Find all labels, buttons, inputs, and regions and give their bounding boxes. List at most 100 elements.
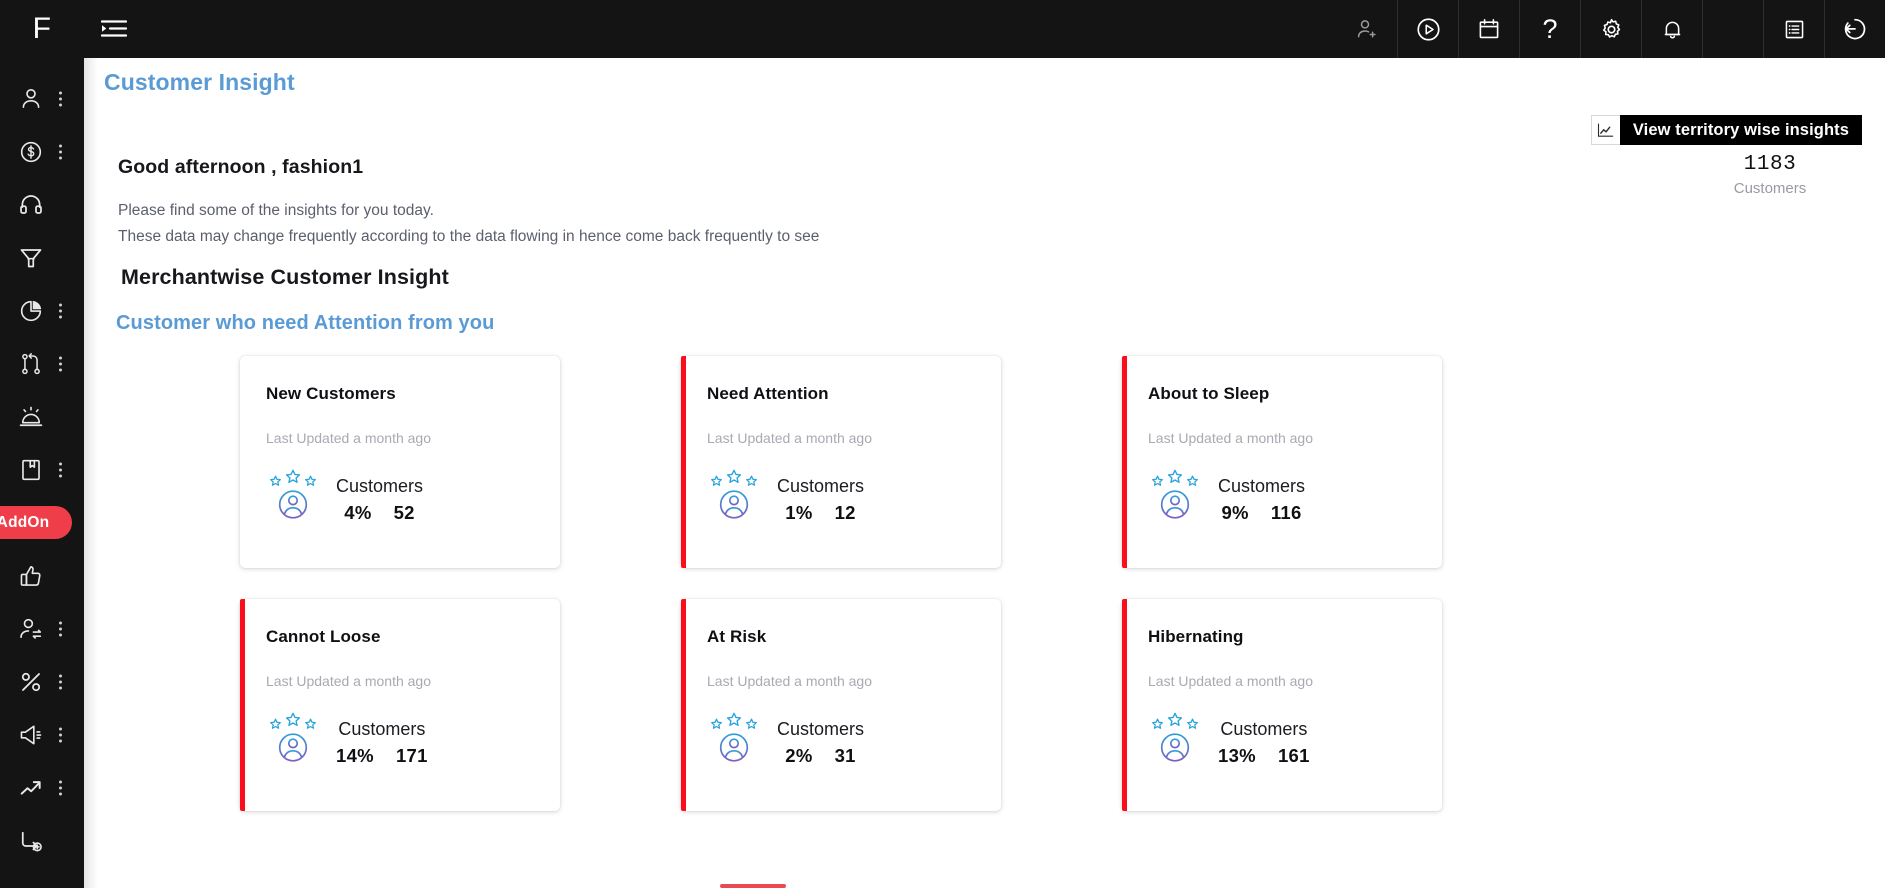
top-action-notifications[interactable]: [1641, 0, 1702, 58]
sidebar-item-reports[interactable]: [0, 284, 84, 337]
insight-card-body: Customers 4% 52: [266, 468, 560, 524]
megaphone-icon: [18, 722, 44, 748]
top-bar-actions: ?: [1336, 0, 1885, 58]
headset-icon: [18, 192, 44, 218]
top-bar: ?: [84, 0, 1885, 58]
percent-icon: [18, 669, 44, 695]
customer-rating-icon: [707, 711, 761, 767]
insight-card-stat-label: Customers: [1218, 476, 1306, 496]
insight-card[interactable]: New Customers Last Updated a month ago Cu…: [240, 356, 560, 568]
total-customers-label: Customers: [1733, 180, 1807, 197]
top-action-announcements[interactable]: [1702, 0, 1763, 58]
insight-card[interactable]: Cannot Loose Last Updated a month ago Cus…: [240, 599, 560, 811]
intro-line-2: These data may change frequently accordi…: [118, 228, 820, 245]
sidebar-item-alerts[interactable]: [0, 390, 84, 443]
insight-card-stats: Customers 4% 52: [336, 468, 423, 524]
more-options-icon[interactable]: [59, 356, 62, 371]
user-switch-icon: [18, 616, 44, 642]
bell-icon: [1661, 18, 1684, 41]
insight-card-body: Customers 13% 161: [1148, 711, 1442, 767]
sidebar-item-list: AddOn: [0, 58, 84, 867]
insight-card-title: Need Attention: [707, 384, 829, 403]
sidebar-item-addon[interactable]: AddOn: [0, 496, 84, 549]
sidebar-item-catalog[interactable]: [0, 443, 84, 496]
section-title: Merchantwise Customer Insight: [121, 265, 449, 289]
insight-card-stats: Customers 14% 171: [336, 711, 428, 767]
line-chart-icon[interactable]: [1590, 115, 1620, 145]
insight-card-title: At Risk: [707, 627, 767, 646]
top-action-settings[interactable]: [1580, 0, 1641, 58]
more-options-icon[interactable]: [59, 780, 62, 795]
sidebar-item-add-flow[interactable]: [0, 814, 84, 867]
alarm-icon: [18, 404, 44, 430]
help-icon: ?: [1542, 13, 1558, 44]
insight-card[interactable]: About to Sleep Last Updated a month ago C…: [1122, 356, 1442, 568]
customer-rating-icon: [1148, 468, 1202, 524]
insight-card-title: Hibernating: [1148, 627, 1244, 646]
more-options-icon[interactable]: [59, 621, 62, 636]
insight-card-stats: Customers 9% 116: [1218, 468, 1305, 524]
customer-rating-icon: [707, 468, 761, 524]
gear-icon: [1599, 17, 1624, 42]
sidebar-item-support[interactable]: [0, 178, 84, 231]
insight-card[interactable]: At Risk Last Updated a month ago Customer…: [681, 599, 1001, 811]
total-customers-count: 1183: [1743, 153, 1797, 176]
insight-card-updated: Last Updated a month ago: [707, 430, 873, 446]
app-logo[interactable]: F: [0, 0, 84, 58]
dollar-circle-icon: [18, 139, 44, 165]
sidebar-item-feedback[interactable]: [0, 549, 84, 602]
git-branch-icon: [18, 351, 44, 377]
logout-icon: [1842, 16, 1868, 42]
more-options-icon[interactable]: [59, 303, 62, 318]
sidebar-item-funnel[interactable]: [0, 231, 84, 284]
more-options-icon[interactable]: [59, 462, 62, 477]
sidebar-item-finance[interactable]: [0, 125, 84, 178]
insight-card-stat-label: Customers: [338, 719, 426, 739]
more-options-icon[interactable]: [59, 91, 62, 106]
top-action-tasks[interactable]: [1763, 0, 1824, 58]
sidebar-item-user[interactable]: [0, 72, 84, 125]
sidebar-item-campaigns[interactable]: [0, 708, 84, 761]
territory-insights-group: View territory wise insights: [1590, 115, 1862, 145]
more-options-icon[interactable]: [59, 727, 62, 742]
customer-rating-icon: [266, 711, 320, 767]
top-action-add-user[interactable]: [1336, 0, 1397, 58]
insight-card-stat-row: 9% 116: [1218, 502, 1305, 524]
more-options-icon[interactable]: [59, 144, 62, 159]
user-icon: [18, 86, 44, 112]
menu-toggle-icon[interactable]: [84, 0, 144, 58]
insight-card-title: New Customers: [266, 384, 396, 403]
thumbs-up-icon: [18, 563, 44, 589]
insight-card-stat-row: 1% 12: [777, 502, 864, 524]
play-circle-icon: [1415, 16, 1442, 43]
insight-card-count: 31: [834, 745, 856, 766]
insight-card-stat-row: 2% 31: [777, 745, 864, 767]
sidebar-item-analytics[interactable]: [0, 761, 84, 814]
sidebar-item-discounts[interactable]: [0, 655, 84, 708]
addon-badge[interactable]: AddOn: [0, 506, 72, 539]
sidebar-item-accounts[interactable]: [0, 602, 84, 655]
top-action-calendar[interactable]: [1458, 0, 1519, 58]
sidebar-item-workflow[interactable]: [0, 337, 84, 390]
insight-card-stats: Customers 2% 31: [777, 711, 864, 767]
view-territory-insights-button[interactable]: View territory wise insights: [1619, 115, 1862, 145]
insight-card[interactable]: Need Attention Last Updated a month ago C…: [681, 356, 1001, 568]
insight-card-percent: 2%: [785, 745, 813, 766]
top-action-help[interactable]: ?: [1519, 0, 1580, 58]
scroll-indicator[interactable]: [720, 884, 786, 888]
insight-card-percent: 13%: [1218, 745, 1256, 766]
insight-card-body: Customers 14% 171: [266, 711, 560, 767]
greeting-text: Good afternoon , fashion1: [118, 156, 364, 178]
top-action-play[interactable]: [1397, 0, 1458, 58]
top-action-logout[interactable]: [1824, 0, 1885, 58]
insight-card-percent: 9%: [1221, 502, 1249, 523]
insight-card-body: Customers 2% 31: [707, 711, 1001, 767]
insight-card-updated: Last Updated a month ago: [266, 673, 432, 689]
insight-card-count: 52: [393, 502, 415, 523]
insight-card-title: Cannot Loose: [266, 627, 381, 646]
insight-card[interactable]: Hibernating Last Updated a month ago Cust…: [1122, 599, 1442, 811]
more-options-icon[interactable]: [59, 674, 62, 689]
insight-card-title: About to Sleep: [1148, 384, 1270, 403]
insight-card-stats: Customers 1% 12: [777, 468, 864, 524]
trend-up-icon: [18, 775, 44, 801]
